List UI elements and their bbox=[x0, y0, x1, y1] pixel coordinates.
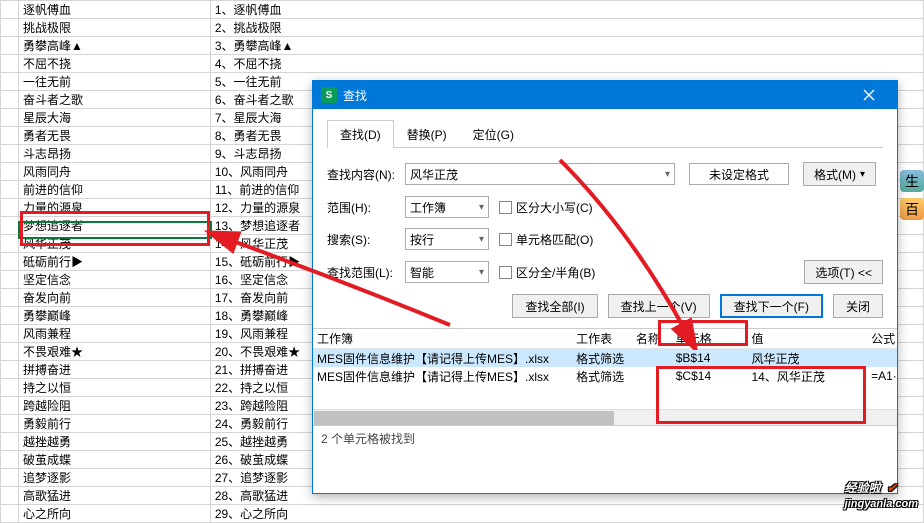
tab-find[interactable]: 查找(D) bbox=[327, 120, 394, 148]
results-header: 工作簿 工作表 名称 单元格 值 公式 bbox=[313, 329, 897, 349]
results-panel: 工作簿 工作表 名称 单元格 值 公式 MES固件信息维护【请记得上传MES】.… bbox=[313, 328, 897, 451]
search-label: 搜索(S): bbox=[327, 231, 405, 248]
table-row[interactable]: 逐帆傅血1、逐帆傅血 bbox=[1, 1, 924, 19]
close-icon[interactable] bbox=[849, 81, 889, 109]
find-content-label: 查找内容(N): bbox=[327, 166, 405, 183]
match-checkbox[interactable]: 单元格匹配(O) bbox=[499, 231, 593, 248]
chevron-down-icon: ▾ bbox=[479, 202, 484, 213]
status-text: 2 个单元格被找到 bbox=[313, 425, 897, 451]
result-row[interactable]: MES固件信息维护【请记得上传MES】.xlsx格式筛选$C$1414、风华正茂… bbox=[313, 367, 897, 385]
chevron-down-icon: ▾ bbox=[479, 267, 484, 278]
find-prev-button[interactable]: 查找上一个(V) bbox=[608, 294, 710, 318]
find-content-input[interactable]: 风华正茂▾ bbox=[405, 163, 675, 185]
scope-select[interactable]: 智能▾ bbox=[405, 261, 489, 283]
fullwidth-checkbox[interactable]: 区分全/半角(B) bbox=[499, 264, 595, 281]
close-button[interactable]: 关闭 bbox=[833, 294, 883, 318]
case-checkbox[interactable]: 区分大小写(C) bbox=[499, 199, 593, 216]
horizontal-scrollbar[interactable] bbox=[313, 409, 897, 425]
find-dialog: S 查找 查找(D) 替换(P) 定位(G) 查找内容(N): 风华正茂▾ 未设… bbox=[312, 80, 898, 494]
dialog-tabs: 查找(D) 替换(P) 定位(G) bbox=[327, 119, 883, 148]
chevron-down-icon: ▾ bbox=[860, 169, 865, 180]
options-button[interactable]: 选项(T) << bbox=[804, 260, 883, 284]
find-next-button[interactable]: 查找下一个(F) bbox=[720, 294, 823, 318]
table-row[interactable]: 挑战极限2、挑战极限 bbox=[1, 19, 924, 37]
dialog-titlebar[interactable]: S 查找 bbox=[313, 81, 897, 109]
chevron-down-icon: ▾ bbox=[665, 169, 670, 180]
table-row[interactable]: 不屈不挠4、不屈不挠 bbox=[1, 55, 924, 73]
range-select[interactable]: 工作簿▾ bbox=[405, 196, 489, 218]
range-label: 范围(H): bbox=[327, 199, 405, 216]
dialog-title: 查找 bbox=[343, 87, 367, 104]
watermark: 经验啦 ✔ jingyanla.com bbox=[845, 472, 918, 510]
table-row[interactable]: 勇攀高峰▲3、勇攀高峰▲ bbox=[1, 37, 924, 55]
search-select[interactable]: 按行▾ bbox=[405, 228, 489, 250]
find-all-button[interactable]: 查找全部(I) bbox=[512, 294, 597, 318]
scope-label: 查找范围(L): bbox=[327, 264, 405, 281]
format-button[interactable]: 格式(M)▾ bbox=[803, 162, 876, 186]
result-row[interactable]: MES固件信息维护【请记得上传MES】.xlsx格式筛选$B$14风华正茂 bbox=[313, 349, 897, 367]
format-preview: 未设定格式 bbox=[689, 163, 789, 185]
chevron-down-icon: ▾ bbox=[479, 234, 484, 245]
tab-replace[interactable]: 替换(P) bbox=[394, 120, 460, 148]
app-logo-icon: S bbox=[321, 87, 337, 103]
tab-goto[interactable]: 定位(G) bbox=[460, 120, 527, 148]
side-decoration: 生 百 bbox=[900, 170, 924, 226]
